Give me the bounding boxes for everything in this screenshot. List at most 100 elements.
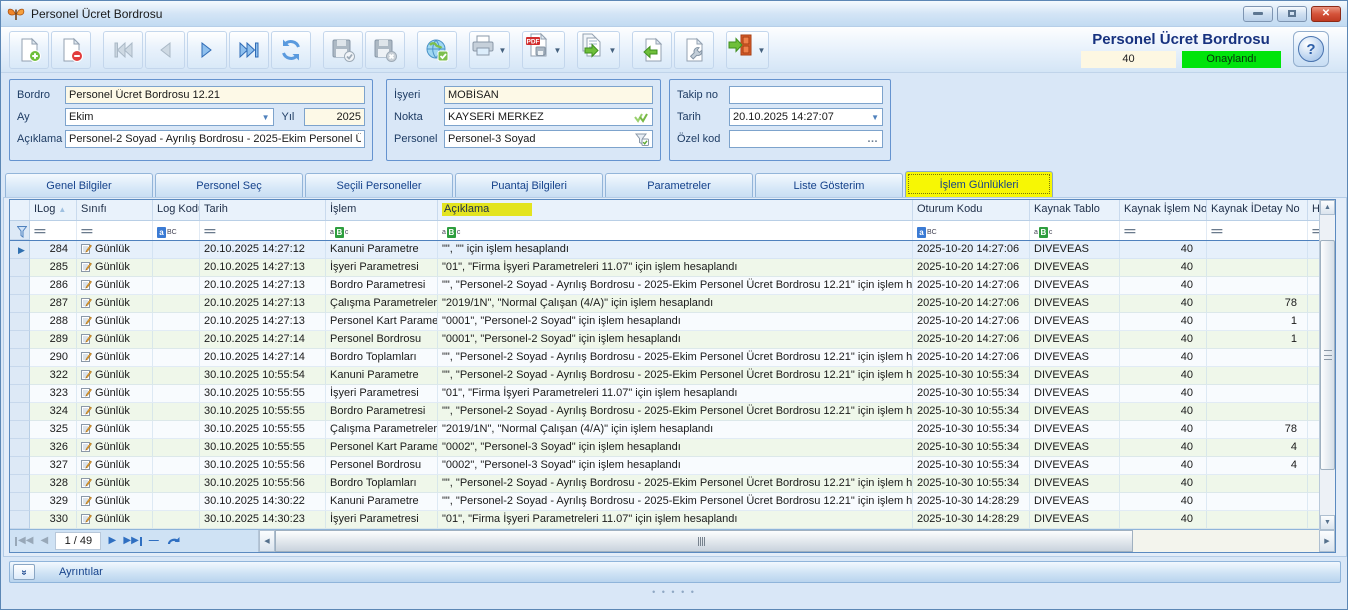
cell-log_kodu[interactable] — [153, 421, 200, 439]
cell-kaynak_tablo[interactable]: DIVEVEAS — [1030, 439, 1120, 457]
column-header-kaynak_islem_no[interactable]: Kaynak İşlem No — [1120, 200, 1207, 220]
scroll-left-icon[interactable]: ◀ — [259, 530, 275, 552]
cell-kaynak_islem_no[interactable]: 40 — [1120, 277, 1207, 295]
cell-ilog[interactable]: 323 — [30, 385, 77, 403]
transfer-button[interactable]: ▼ — [577, 31, 620, 69]
cell-kaynak_islem_no[interactable]: 40 — [1120, 421, 1207, 439]
cell-kaynak_idetay_no[interactable] — [1207, 259, 1308, 277]
scroll-down-icon[interactable]: ▼ — [1320, 515, 1335, 530]
cell-tarih[interactable]: 30.10.2025 10:55:55 — [200, 385, 326, 403]
row-indicator[interactable] — [10, 475, 30, 493]
cell-oturum_kodu[interactable]: 2025-10-30 10:55:34 — [913, 421, 1030, 439]
cell-islem[interactable]: Çalışma Parametreleri — [326, 421, 438, 439]
horizontal-scroll-track[interactable] — [1133, 530, 1319, 552]
filter-cell-tarih[interactable]: == — [200, 221, 326, 240]
splitter-handle[interactable]: • • • • • — [1, 589, 1347, 595]
cell-log_kodu[interactable] — [153, 259, 200, 277]
cell-tarih[interactable]: 30.10.2025 10:55:56 — [200, 457, 326, 475]
tab-3[interactable]: Puantaj Bilgileri — [455, 173, 603, 197]
cell-kaynak_tablo[interactable]: DIVEVEAS — [1030, 475, 1120, 493]
row-indicator[interactable] — [10, 421, 30, 439]
cell-sinifi[interactable]: Günlük — [77, 313, 153, 331]
cell-kaynak_idetay_no[interactable]: 4 — [1207, 439, 1308, 457]
cell-kaynak_tablo[interactable]: DIVEVEAS — [1030, 385, 1120, 403]
cell-ilog[interactable]: 289 — [30, 331, 77, 349]
cell-tarih[interactable]: 30.10.2025 10:55:55 — [200, 421, 326, 439]
cell-sinifi[interactable]: Günlük — [77, 259, 153, 277]
cell-tarih[interactable]: 20.10.2025 14:27:13 — [200, 259, 326, 277]
inspect-tools-button[interactable] — [674, 31, 714, 69]
cell-kaynak_idetay_no[interactable]: 4 — [1207, 457, 1308, 475]
cell-sinifi[interactable]: Günlük — [77, 403, 153, 421]
close-button[interactable]: ✕ — [1311, 6, 1341, 22]
cell-kaynak_idetay_no[interactable]: 1 — [1207, 331, 1308, 349]
cell-ilog[interactable]: 328 — [30, 475, 77, 493]
row-indicator[interactable] — [10, 403, 30, 421]
minimize-button[interactable] — [1243, 6, 1273, 22]
cell-tarih[interactable]: 30.10.2025 10:55:55 — [200, 439, 326, 457]
cell-oturum_kodu[interactable]: 2025-10-20 14:27:06 — [913, 331, 1030, 349]
filter-check-icon[interactable] — [635, 133, 649, 146]
table-row[interactable]: 288Günlük20.10.2025 14:27:13Personel Kar… — [10, 313, 1321, 331]
column-header-aciklama[interactable]: Açıklama — [438, 200, 913, 220]
cell-oturum_kodu[interactable]: 2025-10-20 14:27:06 — [913, 259, 1030, 277]
print-button[interactable]: ▼ — [469, 31, 510, 69]
cell-sinifi[interactable]: Günlük — [77, 439, 153, 457]
table-row[interactable]: 285Günlük20.10.2025 14:27:13İşyeri Param… — [10, 259, 1321, 277]
cell-kaynak_tablo[interactable]: DIVEVEAS — [1030, 457, 1120, 475]
column-header-kaynak_idetay_no[interactable]: Kaynak İDetay No — [1207, 200, 1308, 220]
cell-sinifi[interactable]: Günlük — [77, 241, 153, 259]
cell-oturum_kodu[interactable]: 2025-10-30 10:55:34 — [913, 403, 1030, 421]
cell-oturum_kodu[interactable]: 2025-10-20 14:27:06 — [913, 295, 1030, 313]
next-record-button[interactable] — [187, 31, 227, 69]
row-indicator[interactable]: ▶ — [10, 241, 30, 259]
cell-ilog[interactable]: 287 — [30, 295, 77, 313]
last-record-button[interactable] — [229, 31, 269, 69]
cell-islem[interactable]: Bordro Toplamları — [326, 349, 438, 367]
cell-sinifi[interactable]: Günlük — [77, 421, 153, 439]
filter-cell-log_kodu[interactable]: aBC — [153, 221, 200, 240]
cell-log_kodu[interactable] — [153, 403, 200, 421]
pdf-dropdown-icon[interactable]: ▼ — [551, 32, 564, 70]
cell-tarih[interactable]: 20.10.2025 14:27:13 — [200, 277, 326, 295]
tab-5[interactable]: Liste Gösterim — [755, 173, 903, 197]
cell-kaynak_tablo[interactable]: DIVEVEAS — [1030, 295, 1120, 313]
cell-kaynak_tablo[interactable]: DIVEVEAS — [1030, 511, 1120, 529]
cell-sinifi[interactable]: Günlük — [77, 331, 153, 349]
cell-kaynak_tablo[interactable]: DIVEVEAS — [1030, 259, 1120, 277]
cell-kaynak_idetay_no[interactable] — [1207, 475, 1308, 493]
column-header-kaynak_tablo[interactable]: Kaynak Tablo — [1030, 200, 1120, 220]
personel-field[interactable]: Personel-3 Soyad — [444, 130, 653, 148]
pager-delete-button[interactable]: — — [145, 533, 163, 549]
cell-aciklama[interactable]: "0002", "Personel-3 Soyad" için işlem he… — [438, 439, 913, 457]
cell-tarih[interactable]: 30.10.2025 10:55:56 — [200, 475, 326, 493]
table-row[interactable]: 286Günlük20.10.2025 14:27:13Bordro Param… — [10, 277, 1321, 295]
horizontal-scroll-thumb[interactable] — [275, 530, 1133, 552]
cell-islem[interactable]: İşyeri Parametresi — [326, 259, 438, 277]
cell-log_kodu[interactable] — [153, 493, 200, 511]
row-indicator[interactable] — [10, 493, 30, 511]
ay-select[interactable]: Ekim▼ — [65, 108, 274, 126]
row-indicator[interactable] — [10, 313, 30, 331]
cell-tarih[interactable]: 20.10.2025 14:27:12 — [200, 241, 326, 259]
cell-kaynak_islem_no[interactable]: 40 — [1120, 241, 1207, 259]
cell-kaynak_idetay_no[interactable] — [1207, 367, 1308, 385]
cell-kaynak_tablo[interactable]: DIVEVEAS — [1030, 403, 1120, 421]
cell-oturum_kodu[interactable]: 2025-10-20 14:27:06 — [913, 349, 1030, 367]
table-row[interactable]: 289Günlük20.10.2025 14:27:14Personel Bor… — [10, 331, 1321, 349]
cell-kaynak_islem_no[interactable]: 40 — [1120, 295, 1207, 313]
cell-kaynak_tablo[interactable]: DIVEVEAS — [1030, 367, 1120, 385]
cell-islem[interactable]: Çalışma Parametreleri — [326, 295, 438, 313]
cell-log_kodu[interactable] — [153, 313, 200, 331]
tab-2[interactable]: Seçili Personeller — [305, 173, 453, 197]
filter-cell-kaynak_tablo[interactable]: aBc — [1030, 221, 1120, 240]
cell-aciklama[interactable]: "", "Personel-2 Soyad - Ayrılış Bordrosu… — [438, 475, 913, 493]
cell-tarih[interactable]: 30.10.2025 10:55:54 — [200, 367, 326, 385]
cell-sinifi[interactable]: Günlük — [77, 277, 153, 295]
aciklama-field[interactable]: Personel-2 Soyad - Ayrılış Bordrosu - 20… — [65, 130, 365, 148]
cell-islem[interactable]: Bordro Toplamları — [326, 475, 438, 493]
filter-cell-kaynak_idetay_no[interactable]: == — [1207, 221, 1308, 240]
cell-kaynak_islem_no[interactable]: 40 — [1120, 259, 1207, 277]
cell-ilog[interactable]: 329 — [30, 493, 77, 511]
cell-kaynak_islem_no[interactable]: 40 — [1120, 511, 1207, 529]
